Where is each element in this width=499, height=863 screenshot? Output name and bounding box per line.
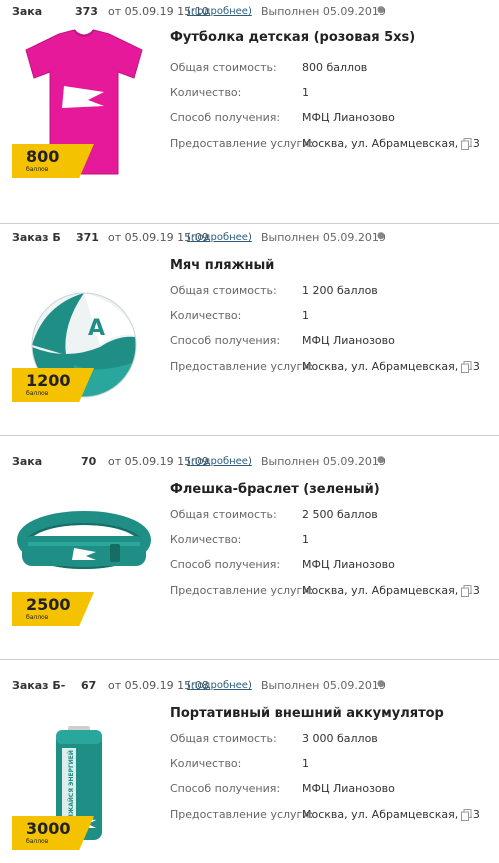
qty-value: 1 xyxy=(302,757,309,770)
cost-label: Общая стоимость: xyxy=(170,284,277,297)
svg-text:A: A xyxy=(88,316,105,341)
service-label: Предоставление услуги: xyxy=(170,584,314,597)
order-header: Заказ Б 371 от 05.09.19 15:09 (подробнее… xyxy=(12,231,499,247)
status-dot: ● xyxy=(377,231,385,241)
qty-value: 1 xyxy=(302,533,309,546)
service-value: Москва, ул. Абрамцевская, д.3 xyxy=(302,584,480,597)
order-status: Выполнен 05.09.2019 xyxy=(261,231,386,244)
points-value: 1200 xyxy=(26,371,71,390)
qty-value: 1 xyxy=(302,309,309,322)
order-status: Выполнен 05.09.2019 xyxy=(261,679,386,692)
details-link[interactable]: (подробнее) xyxy=(187,232,252,243)
copy-icon[interactable] xyxy=(461,585,472,597)
service-value: Москва, ул. Абрамцевская, д.3 xyxy=(302,360,480,373)
details-link[interactable]: (подробнее) xyxy=(187,456,252,467)
qty-label: Количество: xyxy=(170,757,242,770)
qty-label: Количество: xyxy=(170,533,242,546)
product-title: Портативный внешний аккумулятор xyxy=(170,706,444,721)
service-label: Предоставление услуги: xyxy=(170,360,314,373)
delivery-value: МФЦ Лианозово xyxy=(302,782,395,795)
order-number: 371 xyxy=(76,231,99,244)
cost-value: 800 баллов xyxy=(302,61,368,74)
delivery-label: Способ получения: xyxy=(170,558,281,571)
delivery-label: Способ получения: xyxy=(170,111,281,124)
cost-label: Общая стоимость: xyxy=(170,732,277,745)
order-card: Заказ Б 371 от 05.09.19 15:09 (подробнее… xyxy=(0,212,499,436)
qty-value: 1 xyxy=(302,86,309,99)
product-title: Мяч пляжный xyxy=(170,258,275,273)
points-value: 3000 xyxy=(26,819,71,838)
order-label: Зака xyxy=(12,455,43,468)
service-label: Предоставление услуги: xyxy=(170,808,314,821)
order-number: 70 xyxy=(81,455,97,468)
cost-label: Общая стоимость: xyxy=(170,61,277,74)
product-title: Футболка детская (розовая 5xs) xyxy=(170,30,416,45)
points-badge: 2500 баллов xyxy=(12,592,94,626)
service-label: Предоставление услуги: xyxy=(170,137,314,150)
order-label: Заказ Б xyxy=(12,231,61,244)
points-value: 800 xyxy=(26,147,60,166)
copy-icon[interactable] xyxy=(461,361,472,373)
order-header: Заказ Б- 67 от 05.09.19 15:08 (подробнее… xyxy=(12,679,499,695)
order-card: Заказ Б- 67 от 05.09.19 15:08 (подробнее… xyxy=(0,660,499,863)
copy-icon[interactable] xyxy=(461,809,472,821)
delivery-value: МФЦ Лианозово xyxy=(302,111,395,124)
usb-bracelet-image xyxy=(17,511,151,569)
status-dot: ● xyxy=(377,679,385,689)
order-header: Зака 373 от 05.09.19 15:10 (подробнее) В… xyxy=(12,5,499,21)
points-badge: 3000 баллов xyxy=(12,816,94,850)
order-number: 67 xyxy=(81,679,97,692)
cost-value: 3 000 баллов xyxy=(302,732,378,745)
order-card: Зака 373 от 05.09.19 15:10 (подробнее) В… xyxy=(0,0,499,224)
product-title: Флешка-браслет (зеленый) xyxy=(170,482,380,497)
delivery-label: Способ получения: xyxy=(170,782,281,795)
order-card: Зака 70 от 05.09.19 15:09 (подробнее) Вы… xyxy=(0,436,499,660)
order-label: Заказ Б- xyxy=(12,679,66,692)
points-unit: баллов xyxy=(26,838,49,845)
points-badge: 800 баллов xyxy=(12,144,94,178)
points-unit: баллов xyxy=(26,390,49,397)
qty-label: Количество: xyxy=(170,86,242,99)
order-label: Зака xyxy=(12,5,43,18)
cost-value: 2 500 баллов xyxy=(302,508,378,521)
details-link[interactable]: (подробнее) xyxy=(187,6,252,17)
points-unit: баллов xyxy=(26,614,49,621)
service-value: Москва, ул. Абрамцевская, д.3 xyxy=(302,137,480,150)
service-value: Москва, ул. Абрамцевская, д.3 xyxy=(302,808,480,821)
details-link[interactable]: (подробнее) xyxy=(187,680,252,691)
delivery-value: МФЦ Лианозово xyxy=(302,558,395,571)
order-status: Выполнен 05.09.2019 xyxy=(261,455,386,468)
copy-icon[interactable] xyxy=(461,138,472,150)
status-dot: ● xyxy=(377,455,385,465)
order-number: 373 xyxy=(75,5,98,18)
cost-label: Общая стоимость: xyxy=(170,508,277,521)
order-status: Выполнен 05.09.2019 xyxy=(261,5,386,18)
points-badge: 1200 баллов xyxy=(12,368,94,402)
points-value: 2500 xyxy=(26,595,71,614)
delivery-value: МФЦ Лианозово xyxy=(302,334,395,347)
status-dot: ● xyxy=(377,5,385,15)
cost-value: 1 200 баллов xyxy=(302,284,378,297)
order-header: Зака 70 от 05.09.19 15:09 (подробнее) Вы… xyxy=(12,455,499,471)
qty-label: Количество: xyxy=(170,309,242,322)
delivery-label: Способ получения: xyxy=(170,334,281,347)
points-unit: баллов xyxy=(26,166,49,173)
